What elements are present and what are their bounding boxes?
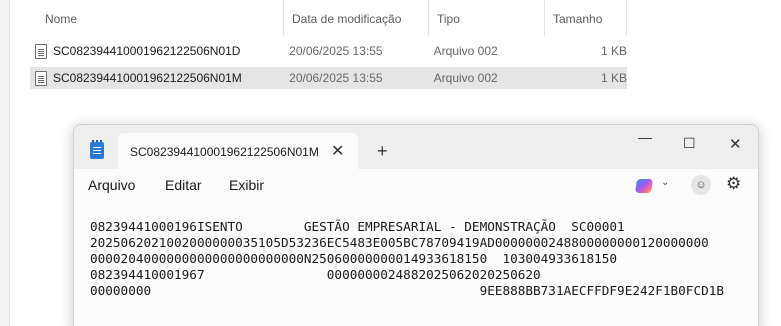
column-header-name[interactable]: ^ Nome [30,0,284,36]
menu-file[interactable]: Arquivo [88,177,135,193]
maximize-icon[interactable]: ☐ [683,135,696,152]
sort-ascending-icon: ^ [158,0,164,7]
settings-gear-icon[interactable]: ⚙ [726,174,741,194]
editor-text[interactable]: 08239441000196ISENTO GESTÃO EMPRESARIAL … [90,219,724,299]
profile-icon[interactable]: ☺ [691,175,711,195]
column-header-date[interactable]: Data de modificação [284,0,429,36]
menu-view[interactable]: Exibir [229,177,264,193]
file-row[interactable]: SC082394410001962122506N01D 20/06/2025 1… [30,40,627,62]
file-icon [35,70,47,86]
file-date: 20/06/2025 13:55 [289,71,383,85]
file-size: 1 KB [600,71,627,85]
column-header-date-label: Data de modificação [292,12,402,26]
close-window-icon[interactable]: ✕ [729,135,742,153]
navigation-pane-edge [0,0,10,326]
column-header-type[interactable]: Tipo [429,0,545,36]
file-icon [35,43,47,59]
column-header-name-label: Nome [45,12,78,26]
column-header-size-label: Tamanho [553,12,603,26]
file-name: SC082394410001962122506N01D [52,44,241,58]
menu-bar: Arquivo Editar Exibir ⌄ ☺ ⚙ [74,169,758,203]
close-tab-icon[interactable]: ✕ [331,141,344,161]
menu-edit[interactable]: Editar [165,177,202,193]
editor-area[interactable]: 08239441000196ISENTO GESTÃO EMPRESARIAL … [74,203,758,326]
file-size: 1 KB [600,44,627,58]
column-header-type-label: Tipo [437,12,460,26]
copilot-icon[interactable] [635,179,653,193]
notepad-window: SC082394410001962122506N01M.( ✕ + — ☐ ✕ … [73,124,759,326]
tab-active[interactable]: SC082394410001962122506N01M.( ✕ [118,133,358,170]
file-row-selected[interactable]: SC082394410001962122506N01M 20/06/2025 1… [30,67,627,89]
file-type: Arquivo 002 [433,44,498,58]
tab-title: SC082394410001962122506N01M.( [130,145,320,159]
minimize-icon[interactable]: — [638,129,652,145]
file-type: Arquivo 002 [433,71,498,85]
column-headers: ^ Nome Data de modificação Tipo Tamanho [30,0,627,36]
file-name: SC082394410001962122506N01M [52,71,242,85]
column-header-size[interactable]: Tamanho [545,0,627,36]
new-tab-icon[interactable]: + [377,142,388,160]
chevron-down-icon[interactable]: ⌄ [661,177,669,188]
notepad-icon [90,140,104,159]
title-bar[interactable]: SC082394410001962122506N01M.( ✕ + — ☐ ✕ [74,125,758,170]
file-date: 20/06/2025 13:55 [289,44,383,58]
